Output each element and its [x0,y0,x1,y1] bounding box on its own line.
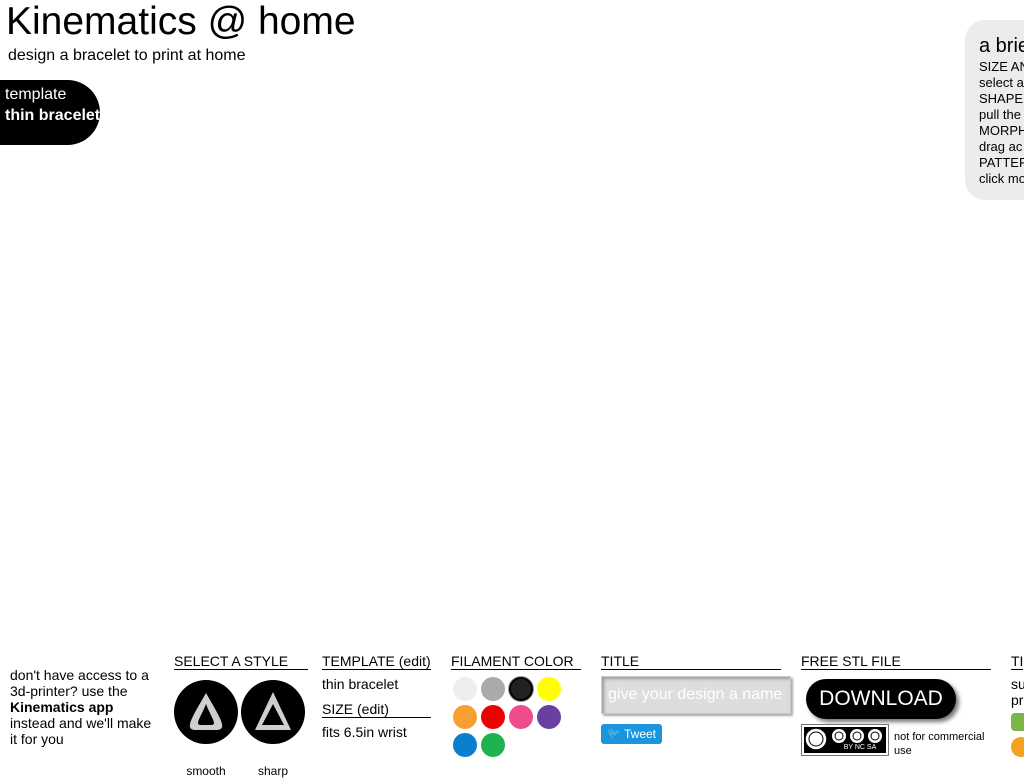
download-button[interactable]: DOWNLOAD [806,679,956,719]
filament-swatch[interactable] [509,677,533,701]
license-note: not for commercial use [894,731,985,757]
help-line: pull the [979,107,1021,122]
template-name: thin bracelet [322,676,399,692]
template-edit-link[interactable]: TEMPLATE (edit) [322,648,431,670]
help-line: click mo [979,171,1024,186]
filament-swatch[interactable] [453,677,477,701]
cc-license-text: BY NC SA [843,744,877,751]
filament-swatch[interactable] [509,705,533,729]
share-icon[interactable] [1011,713,1024,731]
title-section: TITLE 🐦 Tweet [601,648,791,768]
tips-line: su [1011,676,1024,692]
help-lines: SIZE AN select a SHAPE pull the MORPH dr… [979,59,1024,187]
printing-line-2: instead and we'll make it for you [10,715,152,747]
template-value: thin bracelet [5,107,100,124]
title-heading: TITLE [601,648,781,670]
size-edit-link[interactable]: SIZE (edit) [322,696,431,718]
help-line: drag ac [979,139,1023,154]
stl-section: FREE STL FILE DOWNLOAD BY NC SA not for … [801,648,991,768]
style-options: smooth sharp [174,670,308,778]
filament-swatch[interactable] [481,733,505,757]
tips-line: pr [1011,692,1024,708]
template-section: TEMPLATE (edit) thin bracelet SIZE (edit… [322,648,431,740]
creative-commons-badge[interactable]: BY NC SA [801,724,889,756]
style-heading: SELECT A STYLE [174,648,308,670]
smooth-style-label: smooth [186,764,226,778]
bottom-toolbar: don't have access to a 3d-printer? use t… [0,648,1024,778]
app-subtitle: design a bracelet to print at home [8,47,246,64]
tips-text: su pr [1011,676,1024,708]
stl-heading: FREE STL FILE [801,648,991,670]
tweet-label: Tweet [624,727,657,741]
filament-swatch[interactable] [481,705,505,729]
style-section: SELECT A STYLE smooth sharp [174,648,308,778]
twitter-bird-icon: 🐦 [607,728,621,740]
design-title-input[interactable] [601,676,791,714]
filament-swatch[interactable] [453,705,477,729]
tips-section: TI su pr [1011,648,1024,768]
sharp-style-label: sharp [257,764,289,778]
filament-heading: FILAMENT COLOR [451,648,581,670]
tweet-button[interactable]: 🐦 Tweet [601,724,662,744]
smooth-style-button[interactable] [174,680,238,744]
tips-heading: TI [1011,648,1024,670]
filament-swatch[interactable] [481,677,505,701]
printing-line-1: don't have access to a 3d-printer? use t… [10,667,149,699]
kinematics-app-link[interactable]: Kinematics app [10,699,113,715]
size-value: fits 6.5in wrist [322,724,407,740]
template-toggle-button[interactable]: template thin bracelet [0,80,100,145]
template-label: template [5,86,67,103]
smooth-style-icon [189,693,223,730]
help-line: SIZE AN [979,59,1024,74]
filament-section: FILAMENT COLOR [451,648,581,768]
filament-swatch[interactable] [537,677,561,701]
help-line: SHAPE [979,91,1024,106]
help-line: MORPH [979,123,1024,138]
printing-service-note: don't have access to a 3d-printer? use t… [10,667,160,747]
filament-swatch[interactable] [453,733,477,757]
help-panel[interactable]: a brie SIZE AN select a SHAPE pull the M… [965,20,1024,200]
sharp-style-icon [255,692,291,730]
app-title: Kinematics @ home [6,0,356,43]
coin-icon[interactable] [1011,737,1024,757]
help-title: a brie [979,35,1024,57]
filament-swatch[interactable] [537,705,561,729]
sharp-style-button[interactable] [241,680,305,744]
help-line: select a [979,75,1024,90]
help-line: PATTER [979,155,1024,170]
